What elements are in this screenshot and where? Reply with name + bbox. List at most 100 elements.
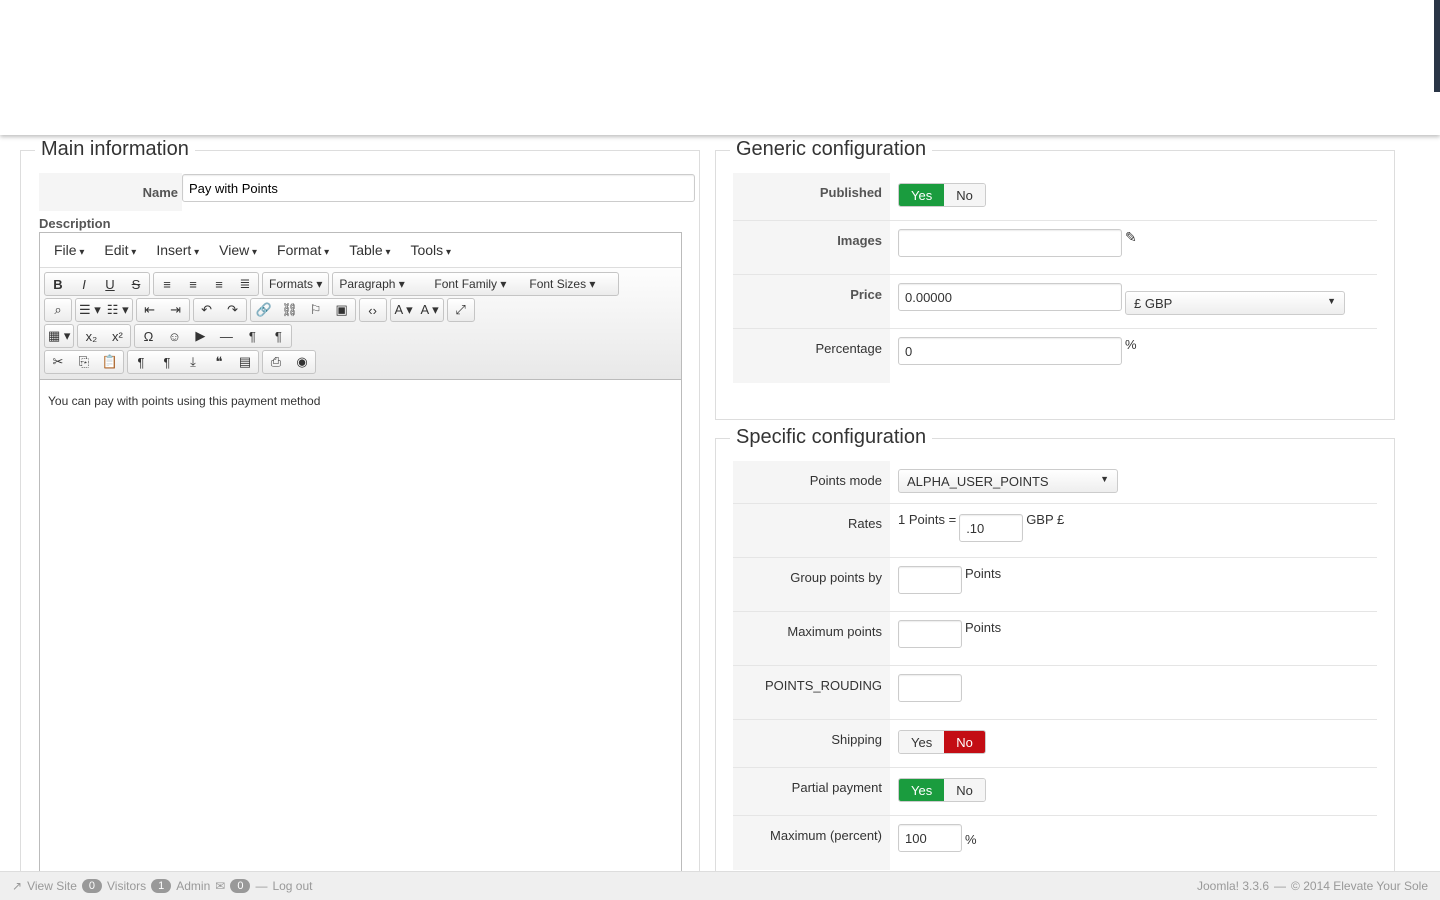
price-input[interactable]: 0.00000 [898, 283, 1122, 311]
blockquote-icon[interactable]: ❝ [206, 351, 232, 373]
maximum-points-suffix: Points [965, 620, 1002, 635]
text-color-icon[interactable]: A ▾ [391, 299, 417, 321]
unlink-icon[interactable]: ⛓ [277, 299, 303, 321]
partial-payment-toggle[interactable]: Yes No [898, 778, 986, 802]
rates-row: Rates 1 Points = .10 GBP £ [733, 504, 1377, 558]
align-right-icon[interactable]: ≡ [206, 273, 232, 295]
shipping-toggle[interactable]: Yes No [898, 730, 986, 754]
formats-dropdown[interactable]: Formats ▾ [263, 273, 328, 295]
group-points-input[interactable] [898, 566, 962, 594]
shipping-yes[interactable]: Yes [899, 731, 945, 753]
subscript-icon[interactable]: x₂ [78, 325, 104, 347]
horizontal-rule-icon[interactable]: — [213, 325, 239, 347]
maximum-points-input[interactable] [898, 620, 962, 648]
indent-icon[interactable]: ⇥ [163, 299, 189, 321]
align-center-icon[interactable]: ≡ [180, 273, 206, 295]
rich-text-editor: File Edit Insert View Format Table Tools… [39, 232, 682, 872]
font-sizes-dropdown[interactable]: Font Sizes ▾ [523, 273, 618, 295]
toolbar-row: B I U S ≡ ≡ ≡ ≣ Formats ▾ Paragraph ▾ Font Family … [44, 271, 677, 297]
messages-badge[interactable]: 0 [230, 879, 251, 893]
toolbar-group: ⇤ ⇥ [135, 298, 190, 322]
rtl-icon[interactable]: ¶ [265, 325, 291, 347]
rates-input[interactable]: .10 [959, 514, 1024, 542]
redo-icon[interactable]: ↷ [220, 299, 246, 321]
partial-payment-label: Partial payment [733, 768, 890, 815]
editor-toolbar: B I U S ≡ ≡ ≡ ≣ Formats ▾ Paragraph ▾ Font Family … [40, 268, 681, 380]
toolbar-group: ‹› [358, 298, 387, 322]
menu-edit[interactable]: Edit [94, 242, 146, 258]
code-icon[interactable]: ‹› [360, 299, 386, 321]
view-site-link[interactable]: View Site [27, 879, 77, 893]
maximum-percent-input[interactable]: 100 [898, 824, 962, 852]
editor-content[interactable]: You can pay with points using this payme… [40, 380, 681, 422]
menu-insert[interactable]: Insert [146, 242, 209, 258]
print-icon[interactable]: ⎙ [263, 351, 289, 373]
superscript-icon[interactable]: x² [104, 325, 130, 347]
published-row: Published Yes No [733, 173, 1377, 221]
menu-format[interactable]: Format [267, 242, 339, 258]
media-icon[interactable]: ▶ [187, 325, 213, 347]
shipping-no[interactable]: No [944, 731, 985, 753]
envelope-icon: ✉ [215, 879, 226, 893]
edit-pencil-icon[interactable]: ✎ [1125, 229, 1137, 246]
fullscreen-icon[interactable]: ⤢ [448, 299, 474, 321]
special-char-icon[interactable]: Ω [135, 325, 161, 347]
image-icon[interactable]: ▣ [329, 299, 355, 321]
table-icon[interactable]: ▦ ▾ [45, 325, 73, 347]
published-no[interactable]: No [944, 184, 985, 206]
bullet-list-icon[interactable]: ☰ ▾ [76, 299, 104, 321]
copy-icon[interactable]: ⎘ [71, 351, 97, 373]
visual-chars-icon[interactable]: ¶ [154, 351, 180, 373]
published-toggle[interactable]: Yes No [898, 183, 986, 207]
template-icon[interactable]: ▤ [232, 351, 258, 373]
currency-value: £ GBP [1134, 296, 1173, 311]
underline-icon[interactable]: U [97, 273, 123, 295]
maximum-percent-row: Maximum (percent) 100% [733, 816, 1377, 870]
partial-payment-no[interactable]: No [944, 779, 985, 801]
name-input[interactable] [182, 174, 695, 202]
bookmark-icon[interactable]: ⚐ [303, 299, 329, 321]
currency-select[interactable]: £ GBP ▼ [1125, 291, 1345, 315]
logout-link[interactable]: Log out [272, 879, 312, 893]
bold-icon[interactable]: B [45, 273, 71, 295]
numbered-list-icon[interactable]: ☷ ▾ [104, 299, 132, 321]
font-family-dropdown[interactable]: Font Family ▾ [428, 273, 523, 295]
status-bar: ↗ View Site 0 Visitors 1 Admin ✉ 0 — Log… [0, 871, 1440, 900]
paste-text-icon[interactable]: ¶ [128, 351, 154, 373]
points-rouding-input[interactable] [898, 674, 962, 702]
outdent-icon[interactable]: ⇤ [137, 299, 163, 321]
align-left-icon[interactable]: ≡ [154, 273, 180, 295]
rates-suffix: GBP £ [1026, 512, 1065, 527]
undo-icon[interactable]: ↶ [194, 299, 220, 321]
percentage-input[interactable]: 0 [898, 337, 1122, 365]
images-input[interactable] [898, 229, 1122, 257]
points-rouding-label: POINTS_ROUDING [733, 666, 890, 719]
partial-payment-yes[interactable]: Yes [899, 779, 945, 801]
cut-icon[interactable]: ✂ [45, 351, 71, 373]
menu-tools[interactable]: Tools [400, 242, 461, 258]
background-color-icon[interactable]: A ▾ [417, 299, 443, 321]
ltr-icon[interactable]: ¶ [239, 325, 265, 347]
maximum-percent-label: Maximum (percent) [733, 816, 890, 870]
justify-icon[interactable]: ≣ [232, 273, 258, 295]
paragraph-dropdown[interactable]: Paragraph ▾ [333, 273, 428, 295]
find-icon[interactable]: ⌕ [45, 299, 71, 321]
menu-file[interactable]: File [44, 242, 94, 258]
scrollbar[interactable] [1434, 0, 1440, 92]
toolbar-group: A ▾ A ▾ [389, 298, 444, 322]
emoticon-icon[interactable]: ☺ [161, 325, 187, 347]
insert-icon[interactable]: ⤓ [180, 351, 206, 373]
italic-icon[interactable]: I [71, 273, 97, 295]
menu-view[interactable]: View [209, 242, 267, 258]
strikethrough-icon[interactable]: S [123, 273, 149, 295]
menu-table[interactable]: Table [339, 242, 400, 258]
points-mode-select[interactable]: ALPHA_USER_POINTS ▼ [898, 469, 1118, 493]
paste-icon[interactable]: 📋 [97, 351, 123, 373]
toolbar-group: ¶ ¶ ⤓ ❝ ▤ [127, 350, 259, 374]
published-yes[interactable]: Yes [899, 184, 945, 206]
toolbar-group: BIUS [44, 272, 150, 296]
generic-configuration-legend: Generic configuration [730, 138, 933, 161]
partial-payment-row: Partial payment Yes No [733, 768, 1377, 816]
preview-icon[interactable]: ◉ [289, 351, 315, 373]
link-icon[interactable]: 🔗 [251, 299, 277, 321]
